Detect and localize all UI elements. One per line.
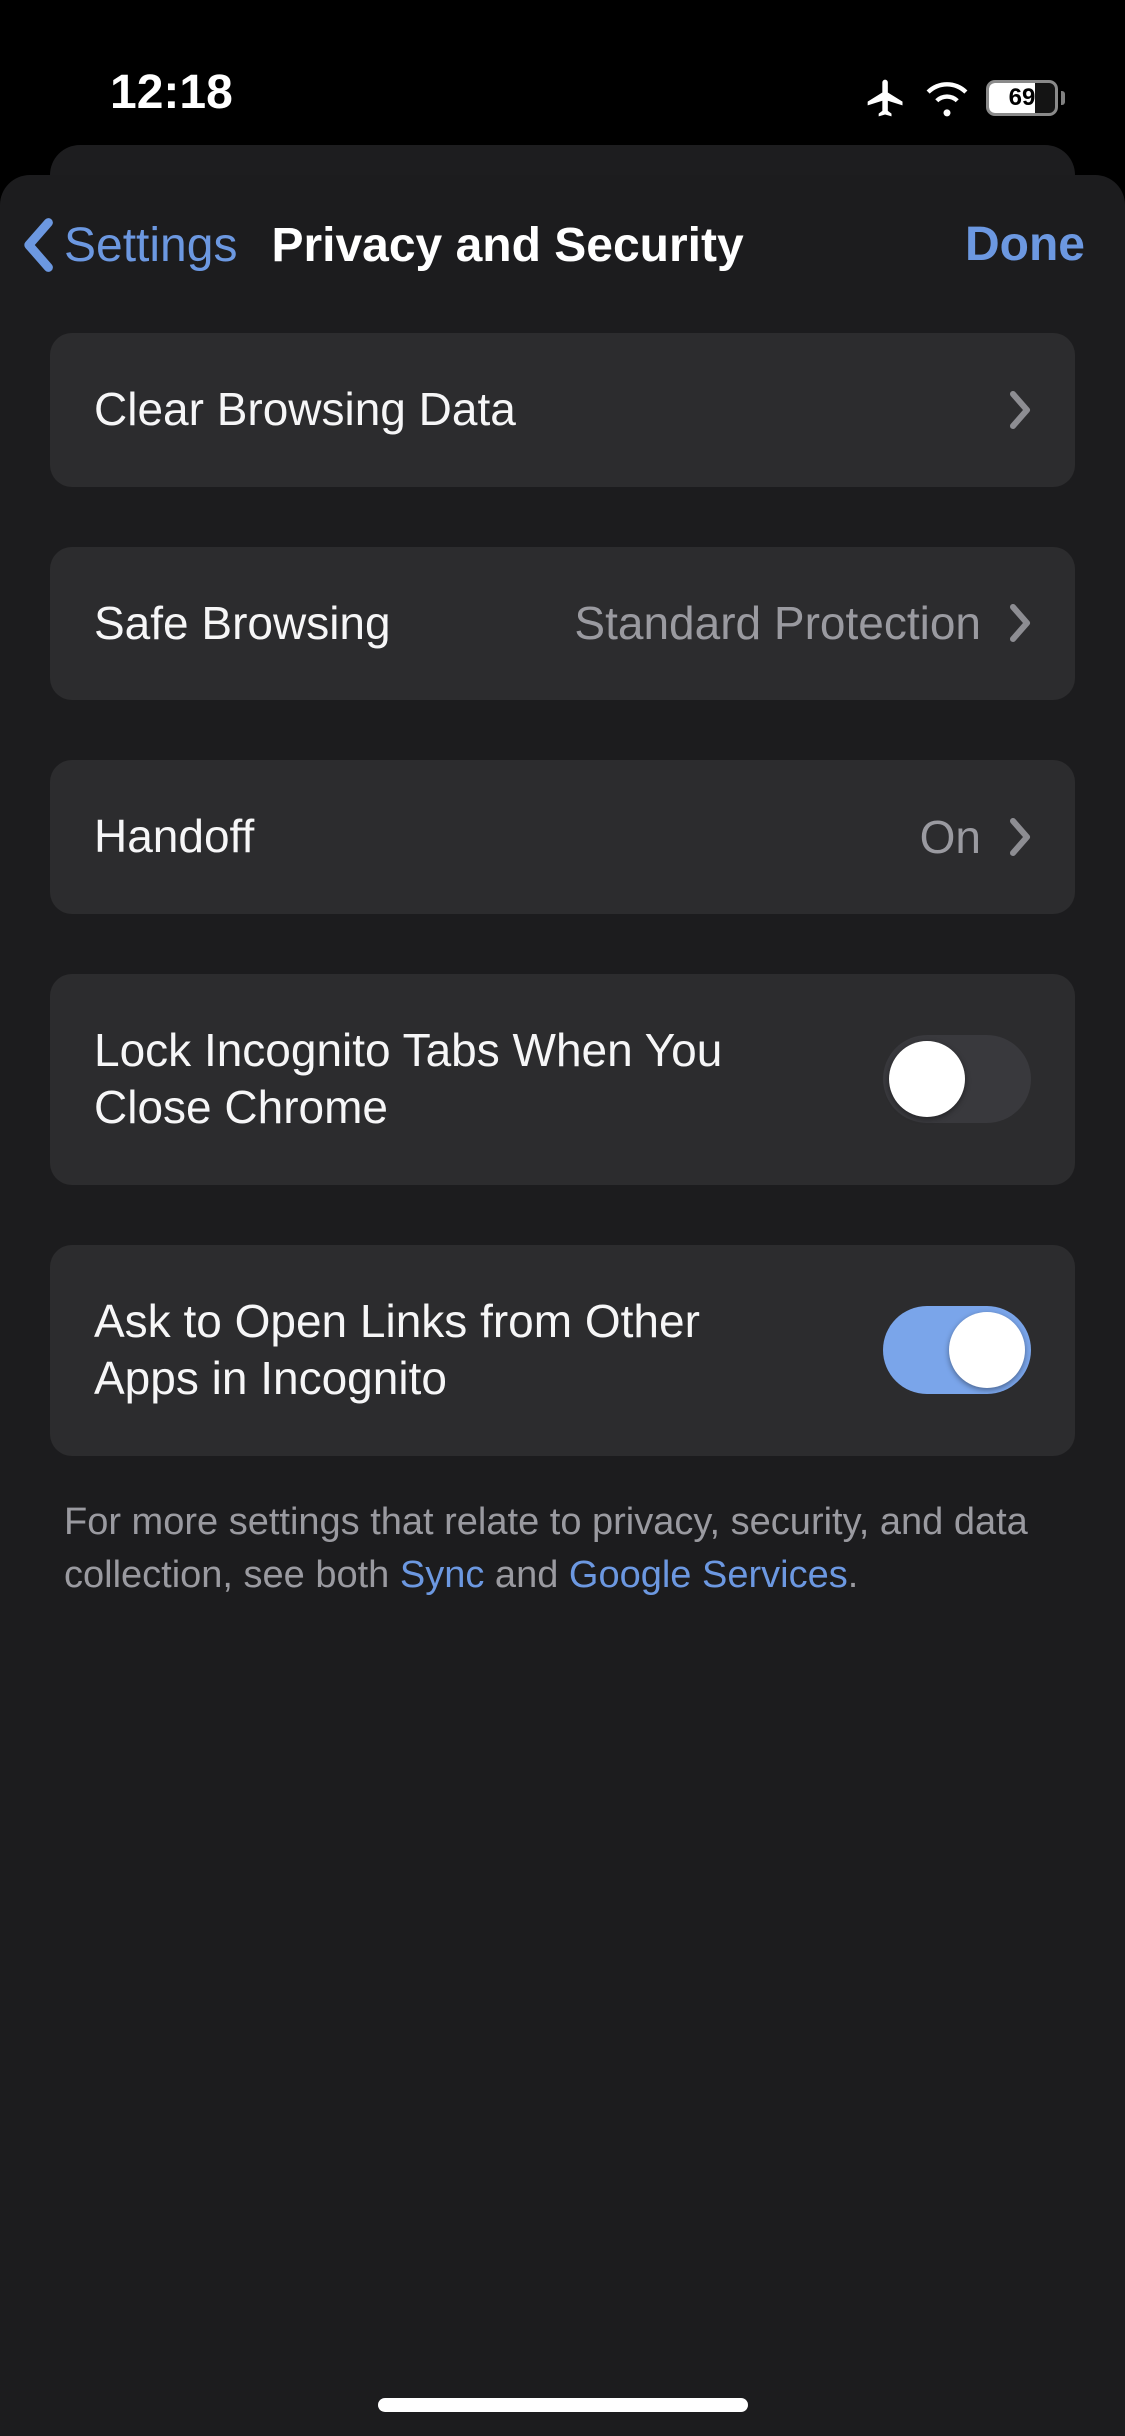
home-indicator[interactable]	[378, 2398, 748, 2412]
status-time: 12:18	[110, 65, 233, 120]
row-lock-incognito: Lock Incognito Tabs When You Close Chrom…	[50, 974, 1075, 1185]
row-clear-browsing-data[interactable]: Clear Browsing Data	[50, 333, 1075, 487]
row-value: On	[920, 810, 981, 864]
row-safe-browsing[interactable]: Safe Browsing Standard Protection	[50, 547, 1075, 701]
airplane-mode-icon	[864, 76, 908, 120]
settings-sheet: Settings Privacy and Security Done Clear…	[0, 175, 1125, 2436]
page-title: Privacy and Security	[271, 218, 743, 273]
battery-percent: 69	[989, 83, 1055, 113]
row-label: Safe Browsing	[94, 595, 391, 653]
wifi-icon	[926, 77, 968, 119]
back-button[interactable]: Settings	[22, 217, 237, 273]
row-label: Ask to Open Links from Other Apps in Inc…	[94, 1293, 774, 1408]
toggle-lock-incognito[interactable]	[883, 1035, 1031, 1123]
row-handoff[interactable]: Handoff On	[50, 760, 1075, 914]
chevron-right-icon	[1007, 390, 1031, 430]
row-label: Clear Browsing Data	[94, 381, 516, 439]
battery-indicator: 69	[986, 80, 1065, 116]
status-icons: 69	[864, 76, 1065, 120]
chevron-right-icon	[1007, 817, 1031, 857]
chevron-right-icon	[1007, 603, 1031, 643]
nav-bar: Settings Privacy and Security Done	[0, 175, 1125, 333]
row-label: Handoff	[94, 808, 254, 866]
status-bar: 12:18 69	[0, 0, 1125, 140]
toggle-knob	[889, 1041, 965, 1117]
done-button[interactable]: Done	[965, 217, 1085, 272]
footer-text: .	[848, 1554, 859, 1596]
toggle-knob	[949, 1312, 1025, 1388]
footer-note: For more settings that relate to privacy…	[0, 1496, 1125, 1602]
footer-text: and	[484, 1554, 569, 1596]
link-sync[interactable]: Sync	[400, 1554, 484, 1596]
row-value: Standard Protection	[574, 596, 981, 650]
row-label: Lock Incognito Tabs When You Close Chrom…	[94, 1022, 774, 1137]
back-label: Settings	[64, 218, 237, 273]
toggle-ask-incognito[interactable]	[883, 1306, 1031, 1394]
settings-list: Clear Browsing Data Safe Browsing Standa…	[0, 333, 1125, 1516]
row-ask-incognito: Ask to Open Links from Other Apps in Inc…	[50, 1245, 1075, 1456]
chevron-left-icon	[22, 217, 58, 273]
link-google-services[interactable]: Google Services	[569, 1554, 848, 1596]
